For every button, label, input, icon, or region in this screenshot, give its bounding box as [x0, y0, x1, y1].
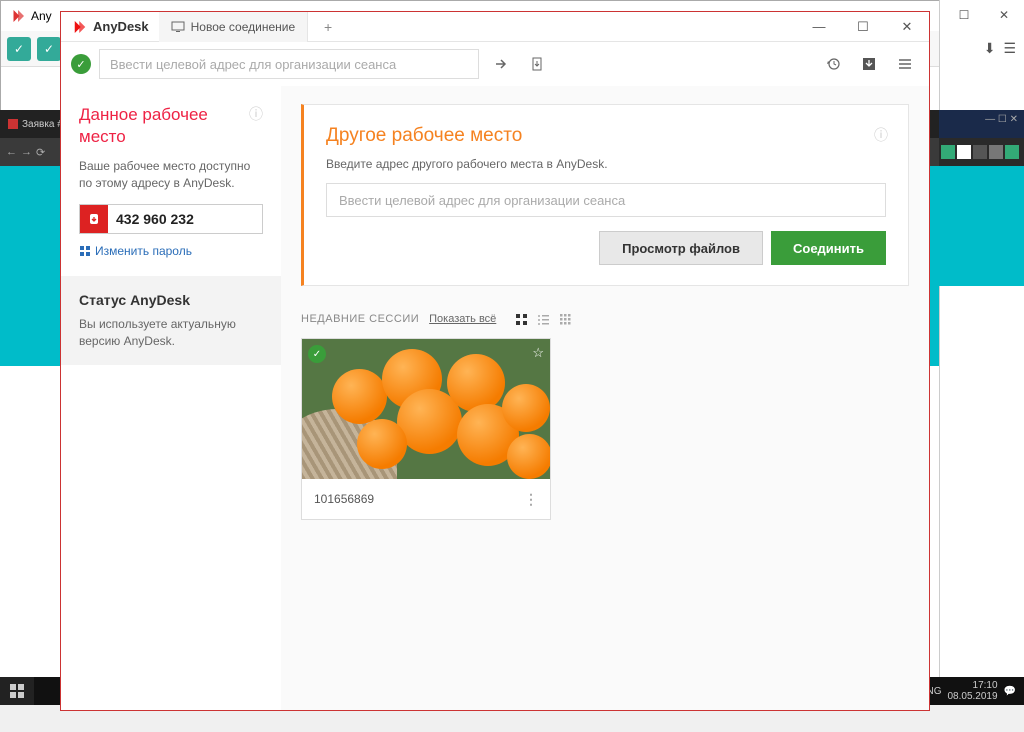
- bg-title: Any: [31, 9, 52, 23]
- id-badge-icon: [80, 205, 108, 233]
- back-icon: ←: [6, 146, 17, 158]
- sidebar-workspace-title: Данное рабочее место: [79, 104, 249, 148]
- session-ok-icon: ✓: [308, 345, 326, 363]
- view-toggle: [512, 310, 574, 328]
- change-password-label: Изменить пароль: [95, 244, 192, 258]
- remote-desc: Введите адрес другого рабочего места в A…: [326, 157, 886, 171]
- bg-window-controls: ☐ ✕: [940, 0, 1024, 30]
- workspace-id: 432 960 232: [108, 211, 262, 227]
- menu-icon: ☰: [1003, 40, 1016, 57]
- change-password-link[interactable]: Изменить пароль: [79, 244, 263, 258]
- favorite-star-icon[interactable]: ☆: [532, 345, 544, 361]
- bg-toolbar-right: ⬇ ☰: [940, 30, 1024, 66]
- status-ok-icon: ✓: [71, 54, 91, 74]
- main-content: Другое рабочее место ⓘ Введите адрес дру…: [281, 86, 929, 710]
- recent-heading: НЕДАВНИЕ СЕССИИ: [301, 313, 419, 325]
- menu-button[interactable]: [891, 50, 919, 78]
- file-arrow-icon: [530, 57, 544, 71]
- window-controls: — ☐ ✕: [797, 12, 929, 42]
- hamburger-icon: [897, 56, 913, 72]
- remote-address-input[interactable]: Ввести целевой адрес для организации сеа…: [326, 183, 886, 217]
- info-icon[interactable]: ⓘ: [874, 125, 888, 145]
- info-icon[interactable]: ⓘ: [249, 104, 263, 124]
- recent-header: НЕДАВНИЕ СЕССИИ Показать всё: [301, 310, 909, 328]
- bg-browser-right: — ☐ ✕: [939, 110, 1024, 290]
- ext-icon: [989, 145, 1003, 159]
- bg-toolbar-item: ✓: [37, 37, 61, 61]
- workspace-id-box[interactable]: 432 960 232: [79, 204, 263, 234]
- session-thumbnail: ✓ ☆: [302, 339, 550, 479]
- list-icon[interactable]: [534, 310, 552, 328]
- download-icon: ⬇: [984, 40, 996, 57]
- status-desc: Вы используете актуальную версию AnyDesk…: [79, 316, 263, 350]
- session-menu-icon[interactable]: ⋮: [524, 491, 538, 508]
- download-box-icon: [861, 56, 877, 72]
- shield-icon: [941, 145, 955, 159]
- session-footer: 101656869 ⋮: [302, 479, 550, 519]
- minimize-button[interactable]: —: [797, 12, 841, 42]
- remote-workspace-card: Другое рабочее место ⓘ Введите адрес дру…: [301, 104, 909, 286]
- show-all-link[interactable]: Показать всё: [429, 313, 496, 325]
- sidebar-status: Статус AnyDesk Вы используете актуальную…: [61, 276, 281, 366]
- address-input[interactable]: Ввести целевой адрес для организации сеа…: [99, 49, 479, 79]
- anydesk-icon: [9, 7, 27, 25]
- sidebar-workspace-desc: Ваше рабочее место доступно по этому адр…: [79, 158, 263, 192]
- tab-label: Новое соединение: [191, 20, 296, 34]
- go-button[interactable]: [487, 50, 515, 78]
- titlebar[interactable]: AnyDesk Новое соединение + — ☐ ✕: [61, 12, 929, 42]
- shield-icon: [79, 245, 91, 257]
- forward-icon: →: [21, 146, 32, 158]
- file-transfer-button[interactable]: [523, 50, 551, 78]
- status-title: Статус AnyDesk: [79, 292, 263, 308]
- tray-clock[interactable]: 17:10 08.05.2019: [947, 680, 997, 702]
- bg-toolbar-item: ✓: [7, 37, 31, 61]
- session-card[interactable]: ✓ ☆ 101656869 ⋮: [301, 338, 551, 520]
- arrow-right-icon: [494, 57, 508, 71]
- remote-title: Другое рабочее место: [326, 125, 886, 147]
- recent-sessions: НЕДАВНИЕ СЕССИИ Показать всё: [301, 310, 909, 520]
- start-button[interactable]: [0, 677, 34, 705]
- toolbar: ✓ Ввести целевой адрес для организации с…: [61, 42, 929, 86]
- remote-input-placeholder: Ввести целевой адрес для организации сеа…: [339, 193, 625, 208]
- new-tab-button[interactable]: +: [308, 12, 348, 42]
- maximize-button[interactable]: ☐: [841, 12, 885, 42]
- history-button[interactable]: [819, 50, 847, 78]
- sidebar: Данное рабочее место ⓘ Ваше рабочее мест…: [61, 86, 281, 710]
- install-button[interactable]: [855, 50, 883, 78]
- body: Данное рабочее место ⓘ Ваше рабочее мест…: [61, 86, 929, 710]
- reload-icon: ⟳: [36, 146, 45, 159]
- remote-buttons: Просмотр файлов Соединить: [326, 231, 886, 265]
- app-logo: AnyDesk: [61, 18, 159, 36]
- close-icon[interactable]: ✕: [984, 1, 1024, 29]
- close-button[interactable]: ✕: [885, 12, 929, 42]
- monitor-icon: [171, 21, 185, 33]
- connect-button[interactable]: Соединить: [771, 231, 886, 265]
- ext-icon: [957, 145, 971, 159]
- maximize-icon[interactable]: ☐: [944, 1, 984, 29]
- session-id: 101656869: [314, 492, 374, 506]
- grid-large-icon[interactable]: [512, 310, 530, 328]
- address-placeholder: Ввести целевой адрес для организации сеа…: [110, 57, 396, 72]
- browse-files-button[interactable]: Просмотр файлов: [599, 231, 763, 265]
- background-window-right: ☐ ✕ ⬇ ☰: [939, 0, 1024, 705]
- ext-icon: [1005, 145, 1019, 159]
- windows-icon: [10, 684, 24, 698]
- anydesk-window: AnyDesk Новое соединение + — ☐ ✕ ✓ Ввест…: [60, 11, 930, 711]
- tab-new-connection[interactable]: Новое соединение: [159, 12, 309, 42]
- ext-icon: [973, 145, 987, 159]
- anydesk-icon: [71, 18, 89, 36]
- grid-small-icon[interactable]: [556, 310, 574, 328]
- notifications-icon[interactable]: 💬: [1004, 686, 1016, 697]
- history-icon: [825, 56, 841, 72]
- sidebar-workspace: Данное рабочее место ⓘ Ваше рабочее мест…: [61, 86, 281, 272]
- app-title: AnyDesk: [93, 19, 149, 34]
